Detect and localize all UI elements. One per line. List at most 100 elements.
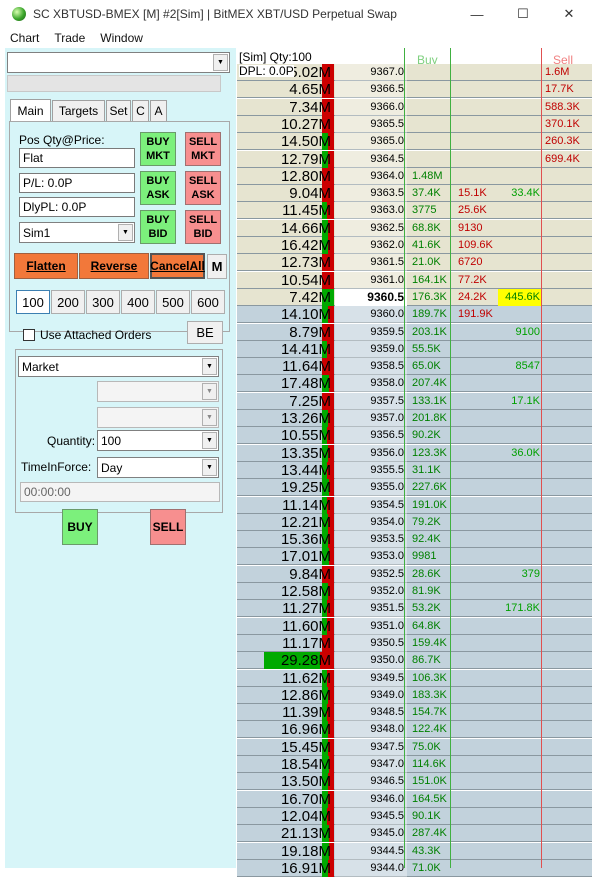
sell-volume-cell [453, 514, 497, 531]
ladder-row[interactable]: 16.96M 9348.0 122.4K [237, 721, 592, 739]
ladder-row[interactable]: 9.84M 9352.5 28.6K 379 [237, 565, 592, 583]
ladder-row[interactable]: 7.25M 9357.5 133.1K 17.1K [237, 392, 592, 410]
ladder-row[interactable]: 16.42M 9362.0 41.6K 109.6K [237, 237, 592, 254]
use-attached-orders-checkbox[interactable] [23, 329, 35, 341]
close-button[interactable]: ✕ [546, 0, 592, 28]
price-cell: 9351.5 [335, 600, 407, 618]
ladder-row[interactable]: 15.36M 9353.5 92.4K [237, 531, 592, 549]
ladder-row[interactable]: 19.18M 9344.5 43.3K [237, 842, 592, 860]
ladder-row[interactable]: 12.21M 9354.0 79.2K [237, 513, 592, 531]
sell-button[interactable]: SELL [150, 509, 186, 545]
ladder-row[interactable]: 8.79M 9359.5 203.1K 9100 [237, 323, 592, 341]
chevron-down-icon: ▼ [213, 54, 228, 71]
menu-trade[interactable]: Trade [54, 31, 85, 45]
ladder-row[interactable]: 14.50M 9365.0 260.3K [237, 133, 592, 151]
volume-at-price: 7.25M [289, 392, 331, 410]
ladder-row[interactable]: 11.14M 9354.5 191.0K [237, 496, 592, 514]
qty-300-button[interactable]: 300 [86, 290, 120, 314]
minimize-button[interactable]: — [454, 0, 500, 28]
ladder-row[interactable]: 18.54M 9347.0 114.6K [237, 756, 592, 773]
ladder-row[interactable]: 21.13M 9345.0 287.4K [237, 825, 592, 843]
ladder-row[interactable]: 11.62M 9349.5 106.3K [237, 669, 592, 687]
ladder-row[interactable]: 17.01M 9353.0 9981 [237, 548, 592, 566]
sell-bid-button[interactable]: SELL BID [185, 210, 221, 244]
price-cell: 9360.5 [335, 288, 407, 306]
ladder-row[interactable]: 15.45M 9347.5 75.0K [237, 738, 592, 756]
tab-c[interactable]: C [132, 100, 149, 121]
ladder-row[interactable]: 16.91M 9344.0 71.0K [237, 859, 592, 877]
ladder-row[interactable]: 10.55M 9356.5 90.2K [237, 427, 592, 445]
ladder-row[interactable]: 12.04M 9345.5 90.1K [237, 807, 592, 825]
tab-set[interactable]: Set [106, 100, 131, 121]
attached-order-select-2[interactable]: ▼ [97, 407, 219, 428]
qty-600-button[interactable]: 600 [191, 290, 225, 314]
ladder-row[interactable]: 12.79M 9364.5 699.4K [237, 150, 592, 168]
pos-qty-label: Pos Qty@Price: [19, 133, 105, 147]
qty-500-button[interactable]: 500 [156, 290, 190, 314]
ladder-row[interactable]: 11.64M 9358.5 65.0K 8547 [237, 358, 592, 376]
buy-button[interactable]: BUY [62, 509, 98, 545]
attached-order-select-1[interactable]: ▼ [97, 381, 219, 402]
ladder-row[interactable]: 10.54M 9361.0 164.1K 77.2K [237, 271, 592, 289]
bid-size-cell: 106.3K [412, 671, 447, 684]
ask-size-cell [542, 462, 592, 479]
be-button[interactable]: BE [187, 321, 223, 344]
symbol-select[interactable]: ▼ [7, 52, 230, 73]
flatten-button[interactable]: Flatten [14, 253, 78, 279]
time-in-force-select[interactable]: Day ▼ [97, 457, 219, 478]
m-button[interactable]: M [207, 254, 227, 279]
ladder-row[interactable]: 7.34M 9366.0 588.3K [237, 98, 592, 116]
ladder-row[interactable]: 7.42M 9360.5 176.3K 24.2K 445.6K [237, 288, 592, 306]
qty-200-button[interactable]: 200 [51, 290, 85, 314]
ladder-row[interactable]: 11.27M 9351.5 53.2K 171.8K [237, 600, 592, 618]
sell-market-button[interactable]: SELL MKT [185, 132, 221, 166]
ladder-row[interactable]: 14.66M 9362.5 68.8K 9130 [237, 219, 592, 237]
buy-volume-cell [498, 99, 542, 116]
ladder-row[interactable]: 11.39M 9348.5 154.7K [237, 704, 592, 722]
sell-volume-cell [453, 843, 497, 860]
good-till-time-field[interactable]: 00:00:00 [20, 482, 220, 502]
buy-ask-button[interactable]: BUY ASK [140, 171, 176, 205]
buy-volume-cell [498, 410, 542, 427]
menu-chart[interactable]: Chart [10, 31, 39, 45]
buy-market-button[interactable]: BUY MKT [140, 132, 176, 166]
ladder-row[interactable]: 11.45M 9363.0 3775 25.6K [237, 202, 592, 220]
buy-bid-button[interactable]: BUY BID [140, 210, 176, 244]
ladder-row[interactable]: 10.27M 9365.5 370.1K [237, 115, 592, 133]
ladder-row[interactable]: 19.25M 9355.0 227.6K [237, 479, 592, 497]
account-select[interactable]: Sim1 ▼ [19, 222, 135, 243]
ladder-row[interactable]: 14.41M 9359.0 55.5K [237, 340, 592, 358]
ladder-row[interactable]: 9.04M 9363.5 37.4K 15.1K 33.4K [237, 185, 592, 203]
bid-size-cell: 86.7K [412, 654, 441, 667]
ladder-row[interactable]: 29.28M 9350.0 86.7K [237, 652, 592, 670]
order-type-select[interactable]: Market ▼ [18, 356, 219, 377]
ladder-row[interactable]: 13.50M 9346.5 151.0K [237, 773, 592, 791]
cancel-all-button[interactable]: CancelAll [150, 253, 205, 279]
sell-ask-button[interactable]: SELL ASK [185, 171, 221, 205]
ladder-row[interactable]: 13.44M 9355.5 31.1K [237, 461, 592, 479]
quantity-input[interactable]: 100 ▼ [97, 430, 219, 451]
ladder-row[interactable]: 12.80M 9364.0 1.48M [237, 167, 592, 185]
ladder-row[interactable]: 4.65M 9366.5 17.7K [237, 81, 592, 99]
ladder-row[interactable]: 11.60M 9351.0 64.8K [237, 617, 592, 635]
maximize-button[interactable]: ☐ [500, 0, 546, 28]
tab-targets[interactable]: Targets [52, 100, 105, 121]
ladder-row[interactable]: 13.26M 9357.0 201.8K [237, 410, 592, 427]
ladder-row[interactable]: 17.48M 9358.0 207.4K [237, 375, 592, 393]
ladder-row[interactable]: 12.73M 9361.5 21.0K 6720 [237, 254, 592, 272]
ladder-row[interactable]: 13.35M 9356.0 123.3K 36.0K [237, 444, 592, 462]
reverse-button[interactable]: Reverse [79, 253, 149, 279]
qty-400-button[interactable]: 400 [121, 290, 155, 314]
ladder-row[interactable]: 12.86M 9349.0 183.3K [237, 686, 592, 704]
price-cell: 9344.0 [335, 859, 407, 877]
tab-main[interactable]: Main [10, 99, 51, 121]
ladder-row[interactable]: 11.17M 9350.5 159.4K [237, 634, 592, 652]
menu-window[interactable]: Window [100, 31, 143, 45]
ladder-row[interactable]: 12.58M 9352.0 81.9K [237, 583, 592, 600]
qty-100-button[interactable]: 100 [16, 290, 50, 314]
price-cell: 9358.0 [335, 375, 407, 393]
ladder-row[interactable]: 16.70M 9346.0 164.5K [237, 790, 592, 808]
buy-volume-cell [498, 479, 542, 496]
tab-a[interactable]: A [150, 100, 167, 121]
ladder-row[interactable]: 14.10M 9360.0 189.7K 191.9K [237, 306, 592, 324]
